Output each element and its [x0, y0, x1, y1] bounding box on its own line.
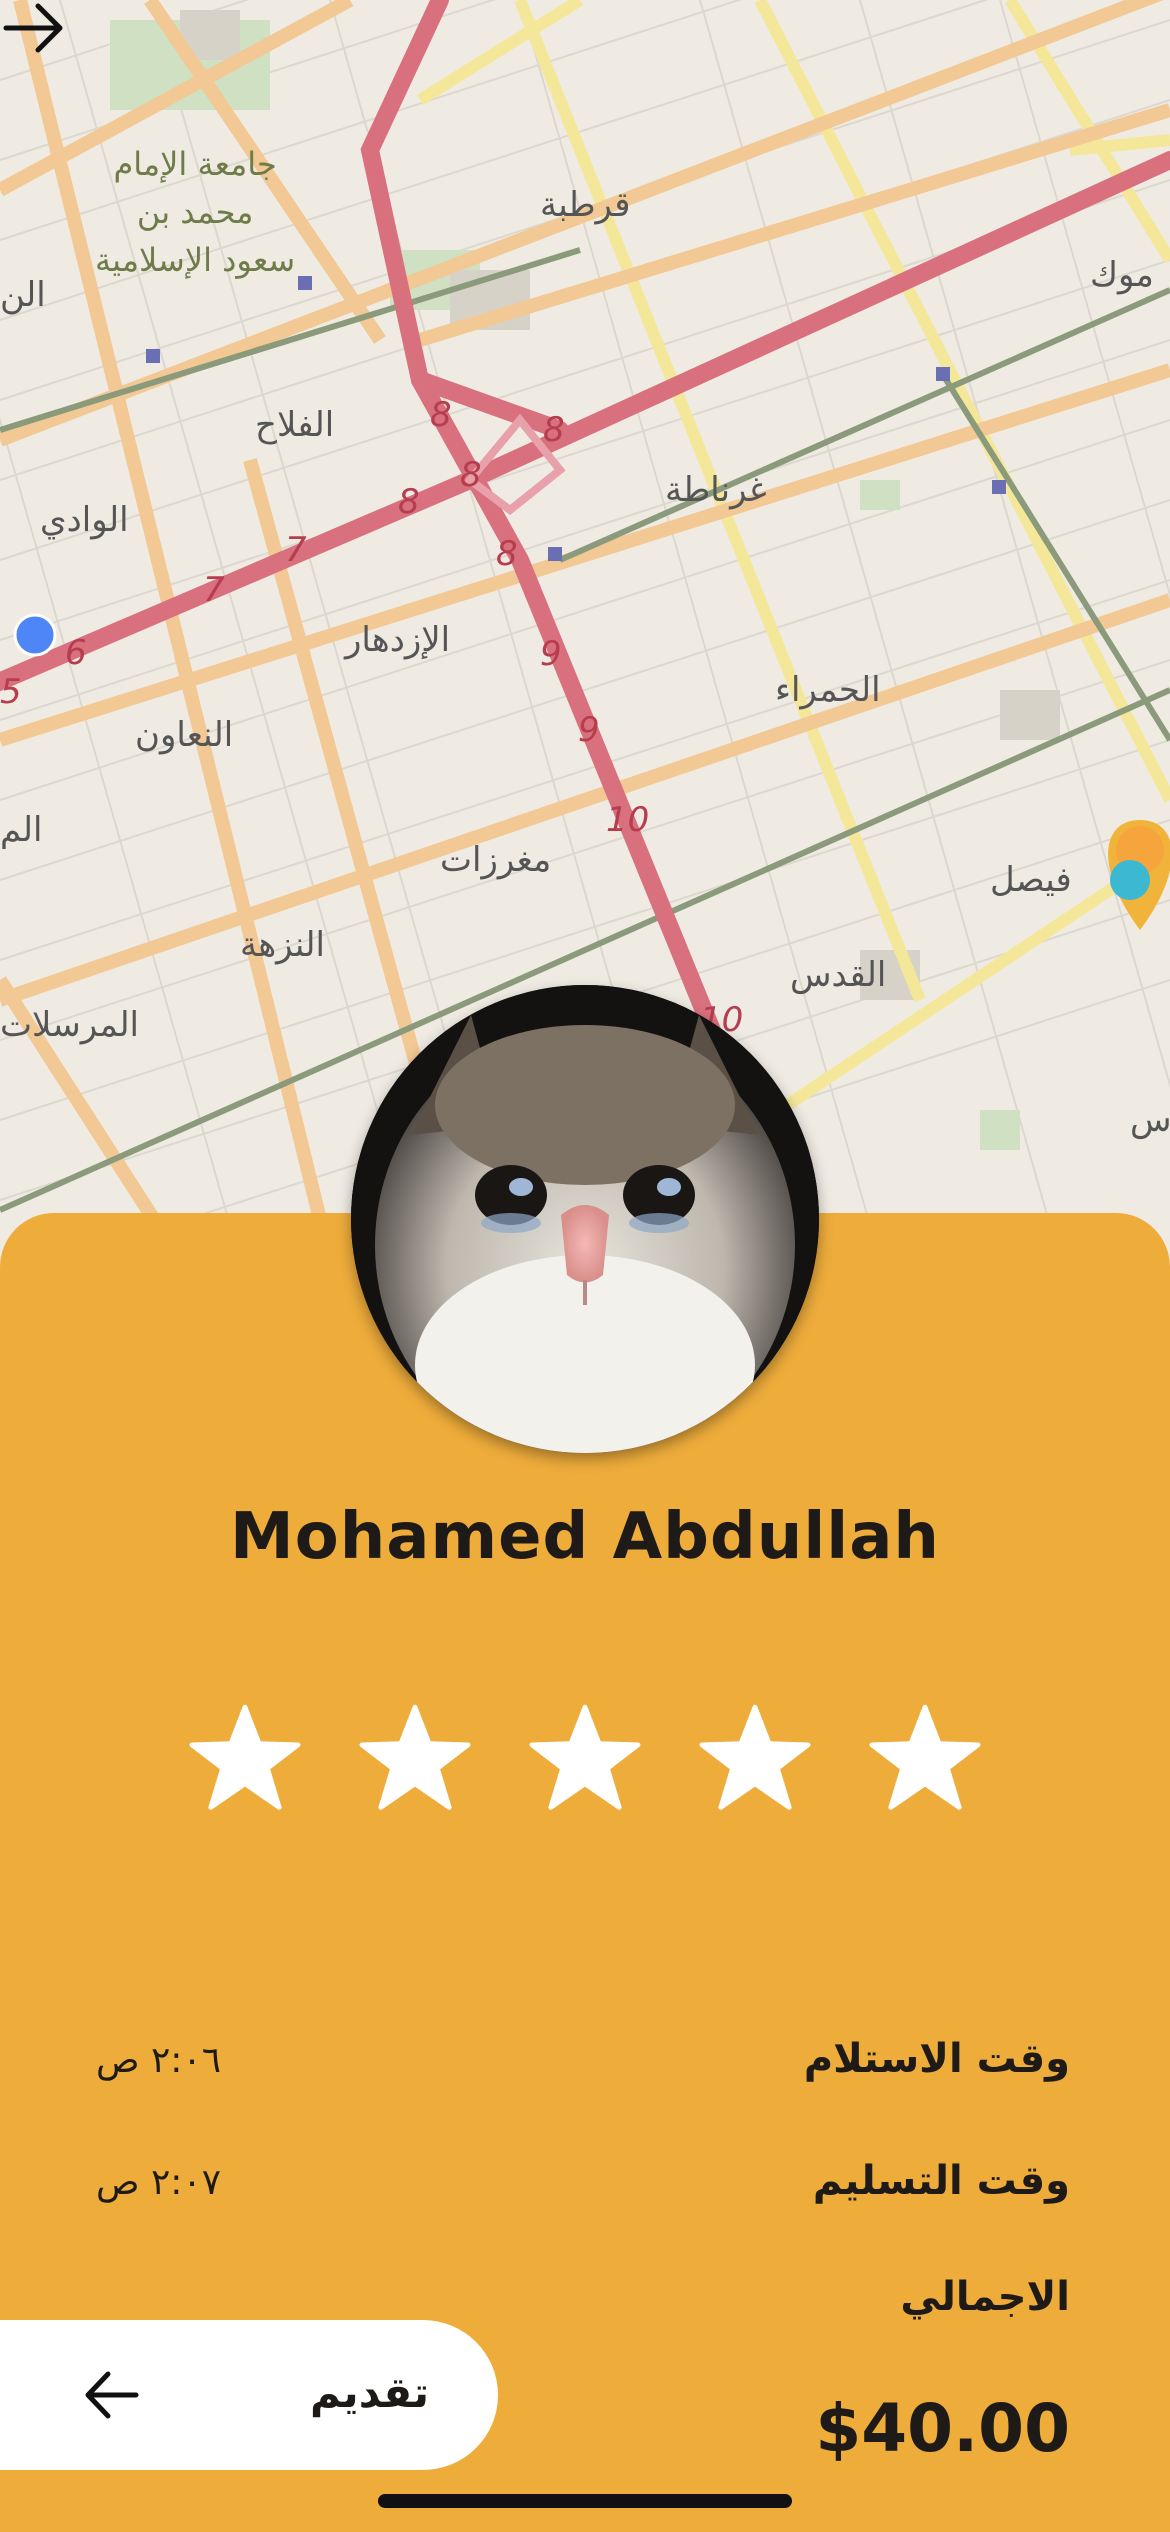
- route-number: 7: [285, 530, 307, 570]
- route-number: 9: [578, 710, 600, 750]
- map-label-faisal: فيصل: [990, 860, 1072, 900]
- home-indicator[interactable]: [378, 2494, 792, 2508]
- map-label-hamra: الحمراء: [775, 670, 881, 710]
- map-label-nuzha: النزهة: [240, 925, 325, 965]
- route-number: 5: [0, 672, 22, 712]
- star-icon[interactable]: [186, 1700, 304, 1818]
- star-icon[interactable]: [696, 1700, 814, 1818]
- map-label-mughrizat: مغرزات: [440, 840, 552, 880]
- route-number: 7: [203, 570, 225, 610]
- map-label-mursalat: المرسلات: [0, 1005, 140, 1045]
- avatar: [351, 985, 819, 1453]
- delivery-time-label: وقت التسليم: [812, 2158, 1070, 2204]
- route-number: 8: [430, 395, 452, 435]
- map-label-partial-3: س: [1130, 1100, 1170, 1140]
- driver-name: Mohamed Abdullah: [230, 1500, 940, 1574]
- map-label-yarmouk: موك: [1090, 255, 1154, 295]
- map-label-partial-1: الن: [0, 275, 46, 315]
- submit-button-label: تقديم: [310, 2368, 429, 2417]
- submit-button[interactable]: تقديم: [0, 2320, 498, 2470]
- map-label-taawun: النعاون: [135, 715, 234, 755]
- star-icon[interactable]: [866, 1700, 984, 1818]
- arrow-right-icon[interactable]: [0, 0, 70, 56]
- map-label-wadi: الوادي: [40, 500, 129, 540]
- route-number: 10: [606, 800, 650, 840]
- crying-cat-photo: [351, 985, 819, 1453]
- route-number: 9: [540, 634, 562, 674]
- rating-stars[interactable]: [0, 1700, 1170, 1818]
- route-number: 8: [543, 410, 565, 450]
- total-label: الاجمالي: [900, 2274, 1070, 2320]
- route-number: 8: [398, 482, 420, 522]
- pickup-time-value: ٢:٠٦ ص: [96, 2040, 222, 2081]
- star-icon[interactable]: [356, 1700, 474, 1818]
- map-label-qurtuba: قرطبة: [540, 185, 631, 225]
- route-number: 8: [496, 534, 518, 574]
- total-amount: $40.00: [815, 2390, 1070, 2467]
- star-icon[interactable]: [526, 1700, 644, 1818]
- map-label-partial-2: الم: [0, 810, 43, 850]
- arrow-left-icon: [85, 2371, 139, 2419]
- route-number: 8: [460, 455, 482, 495]
- map-label-ghirnata: غرناطة: [665, 470, 767, 510]
- delivery-time-value: ٢:٠٧ ص: [96, 2162, 222, 2203]
- map-label-quds: القدس: [790, 955, 887, 995]
- map-label-university: جامعة الإمام محمد بن سعود الإسلامية: [95, 145, 296, 279]
- route-number: 6: [65, 633, 87, 673]
- pickup-time-label: وقت الاستلام: [803, 2036, 1070, 2082]
- map-label-falah: الفلاح: [255, 405, 335, 445]
- map-label-izdihar: الإزدهار: [345, 620, 451, 660]
